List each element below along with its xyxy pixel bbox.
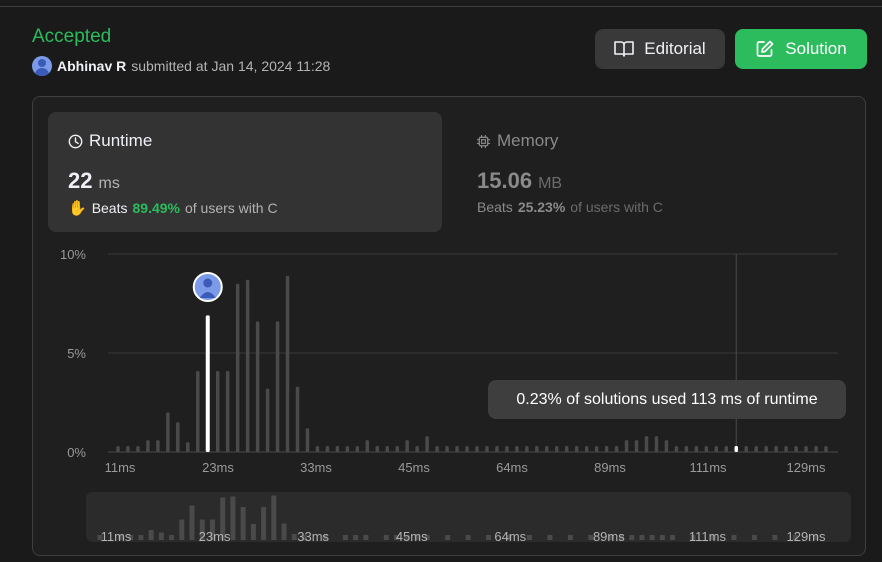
runtime-beats-suffix: of users with C (184, 200, 278, 216)
chart-tooltip: 0.23% of solutions used 113 ms of runtim… (488, 380, 846, 419)
editorial-label: Editorial (644, 39, 706, 58)
user-name[interactable]: Abhinav R (57, 58, 126, 74)
runtime-beats: ✋ Beats 89.49% of users with C (68, 199, 278, 217)
editorial-button[interactable]: Editorial (595, 29, 725, 69)
submitter-line: Abhinav R submitted at Jan 14, 2024 11:2… (32, 56, 330, 76)
clock-icon (68, 134, 83, 148)
runtime-beats-pct: 89.49% (132, 200, 180, 216)
memory-beats-pct: 25.23% (517, 199, 566, 215)
runtime-title-label: Runtime (89, 131, 153, 150)
memory-title: Memory (476, 131, 558, 151)
edit-icon (756, 40, 774, 57)
chip-icon (476, 134, 491, 148)
submitted-text: submitted at (131, 58, 208, 74)
chart-range-selector[interactable] (86, 492, 851, 542)
memory-beats-label: Beats (477, 199, 513, 215)
memory-number: 15.06 (477, 168, 533, 193)
runtime-unit: ms (98, 175, 120, 192)
submission-date: Jan 14, 2024 11:28 (211, 58, 331, 74)
runtime-title: Runtime (68, 131, 152, 151)
runtime-beats-label: Beats (91, 200, 128, 216)
runtime-value: 22 ms (68, 168, 120, 194)
submission-status: Accepted (32, 26, 112, 47)
memory-unit: MB (538, 175, 563, 192)
runtime-number: 22 (68, 168, 93, 193)
memory-beats-suffix: of users with C (570, 199, 663, 215)
book-icon (614, 41, 635, 57)
top-divider (0, 6, 882, 7)
memory-title-label: Memory (497, 131, 559, 150)
user-avatar[interactable] (32, 56, 52, 76)
solution-label: Solution (785, 39, 847, 58)
memory-beats: Beats 25.23% of users with C (477, 199, 663, 215)
clap-icon: ✋ (68, 200, 87, 217)
memory-value: 15.06 MB (477, 168, 562, 194)
solution-button[interactable]: Solution (735, 29, 867, 69)
